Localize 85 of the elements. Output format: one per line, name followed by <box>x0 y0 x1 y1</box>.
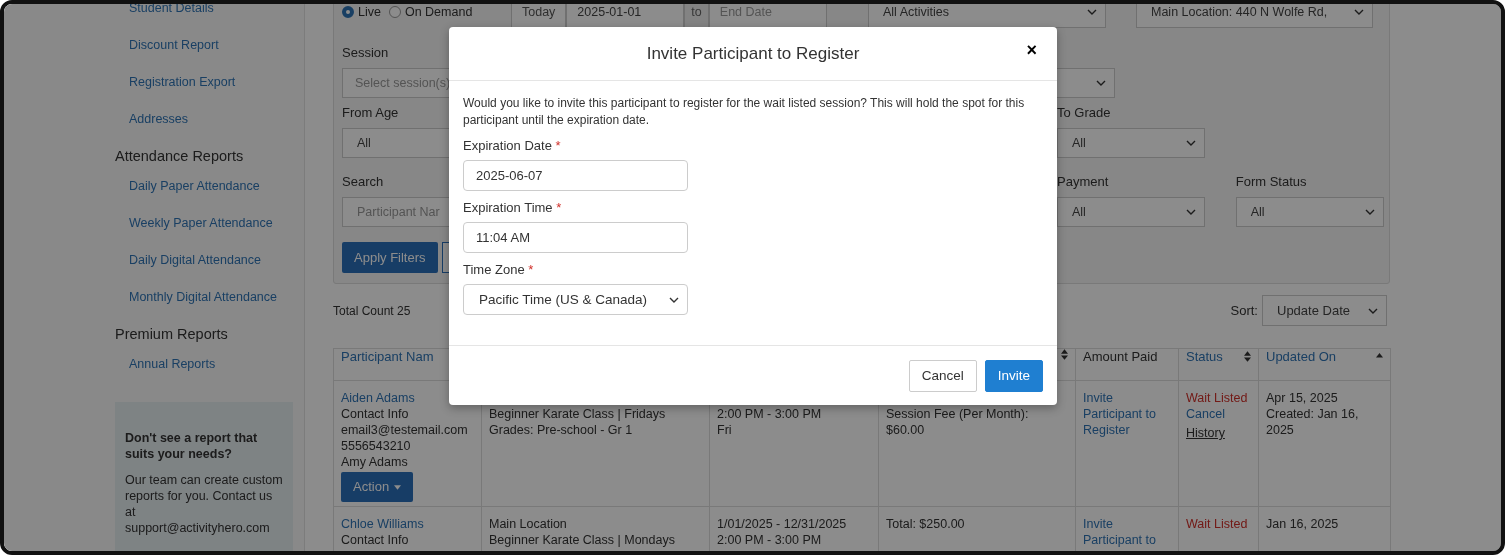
dialog-title: Invite Participant to Register <box>646 43 860 64</box>
form-status-select[interactable]: All <box>1235 197 1384 227</box>
section-heading: Attendance Reports <box>115 148 245 165</box>
cell-text: email3@testemail.com <box>341 422 469 438</box>
payment-select[interactable]: All <box>1057 197 1205 227</box>
radio-icon[interactable] <box>342 6 354 18</box>
cell-text: Total: $250.00 <box>886 516 966 532</box>
start-date-field[interactable]: 2025-01-01 <box>566 4 685 28</box>
sort-icon[interactable] <box>1061 349 1068 360</box>
cell-link[interactable]: Chloe Williams <box>341 516 474 532</box>
field-label: Search <box>342 174 384 190</box>
today-button[interactable]: Today <box>511 4 567 28</box>
radio-label: Live <box>358 5 381 19</box>
cell-text: Jan 16, 2025 <box>1266 516 1340 532</box>
report-link[interactable]: Annual Reports <box>115 356 279 372</box>
radio-option[interactable]: On Demand <box>388 5 473 19</box>
report-link[interactable]: Daily Digital Attendance <box>115 252 279 268</box>
end-date-field[interactable]: End Date <box>708 4 827 28</box>
cell-text: Grades: Pre-school - Gr 1 <box>489 422 634 438</box>
action-button[interactable]: Action <box>341 472 414 502</box>
cell-text: 1/01/2025 - 12/31/2025 <box>717 516 848 532</box>
caret-icon <box>394 484 402 490</box>
field-label: To Grade <box>1057 105 1111 121</box>
cell-text: Contact Info <box>341 406 410 422</box>
cell-text: Contact Info <box>341 532 410 548</box>
status-text: Wait Listed <box>1186 516 1249 532</box>
cell-text: $60.00 <box>886 422 926 438</box>
cell-text: Fri <box>717 422 733 438</box>
report-link[interactable]: Registration Export <box>115 74 279 90</box>
cell-text: Main Location <box>489 516 568 532</box>
chevron-icon <box>1364 209 1375 215</box>
radio-icon[interactable] <box>388 6 401 18</box>
radio-label: On Demand <box>404 5 473 19</box>
cell-text: Session Fee (Per Month): <box>886 406 1030 422</box>
chevron-icon <box>1087 9 1097 15</box>
cell-text: Beginner Karate Class | Mondays <box>489 532 676 548</box>
sort-select[interactable]: Update Date <box>1262 295 1387 326</box>
field-label: From Age <box>342 105 399 121</box>
chevron-icon <box>1186 209 1196 215</box>
text-field[interactable]: 2025-06-07 <box>463 160 688 191</box>
chevron-icon <box>1354 9 1364 15</box>
section-heading: Premium Reports <box>115 326 229 343</box>
report-link[interactable]: Daily Paper Attendance <box>115 178 279 194</box>
invite-button[interactable]: Invite <box>984 359 1043 392</box>
timezone-select[interactable]: Pacific Time (US & Canada) <box>463 284 688 315</box>
apply-filters-button[interactable]: Apply Filters <box>342 242 438 273</box>
cell-text: Created: Jan 16, 2025 <box>1266 406 1360 438</box>
cell-text: 2:00 PM - 3:00 PM <box>717 532 823 548</box>
chevron-icon <box>669 296 679 303</box>
cell-link[interactable]: Invite Participant to <box>1083 516 1171 548</box>
close-button[interactable]: × <box>1022 40 1041 61</box>
cell-text: Apr 15, 2025 <box>1266 390 1339 406</box>
radio-option[interactable]: Live <box>342 5 381 19</box>
promo-title: Don't see a report that suits your needs? <box>125 430 259 462</box>
dialog-message: Would you like to invite this participant to register for the wait listed session? This will hold the spot for this participant until the expiration date. <box>463 95 1026 129</box>
report-link[interactable]: Addresses <box>115 111 279 127</box>
field-label: Form Status <box>1235 174 1307 190</box>
promo-text: Our team can create custom reports for you. Contact us at support@activityhero.com <box>125 472 283 536</box>
cell-text: 5556543210 <box>341 438 412 454</box>
range-separator: to <box>684 4 709 28</box>
activity-select[interactable]: All Activities <box>868 4 1106 28</box>
field-label: Expiration Time * <box>463 200 563 216</box>
field-label: Session <box>342 45 389 61</box>
cell-text: Amy Adams <box>341 454 409 470</box>
chevron-icon <box>1368 307 1378 314</box>
text-field[interactable]: 11:04 AM <box>463 222 688 253</box>
report-link[interactable]: Weekly Paper Attendance <box>115 215 279 231</box>
sort-label: Sort: <box>1230 303 1258 318</box>
total-count: Total Count 25 <box>333 303 411 318</box>
cell-link[interactable]: Cancel <box>1186 406 1251 422</box>
cell-text: Beginner Karate Class | Fridays <box>489 406 667 422</box>
cell-text: 2:00 PM - 3:00 PM <box>717 406 823 422</box>
field-label: Payment <box>1057 174 1109 190</box>
report-link[interactable]: Monthly Digital Attendance <box>115 289 279 305</box>
field-label: Time Zone * <box>463 262 535 278</box>
cancel-button[interactable]: Cancel <box>908 359 977 392</box>
chevron-icon <box>1096 80 1106 86</box>
status-text: Wait Listed <box>1186 390 1249 406</box>
report-link[interactable]: Discount Report <box>115 37 279 53</box>
chevron-icon <box>1186 140 1196 146</box>
cell-link[interactable]: Invite Participant to Register <box>1083 390 1171 438</box>
location-select[interactable]: Main Location: 440 N Wolfe Rd, <box>1136 4 1373 28</box>
history-link[interactable]: History <box>1186 425 1251 441</box>
sort-icon[interactable] <box>1244 351 1251 362</box>
to-grade-select[interactable]: All <box>1057 128 1205 158</box>
